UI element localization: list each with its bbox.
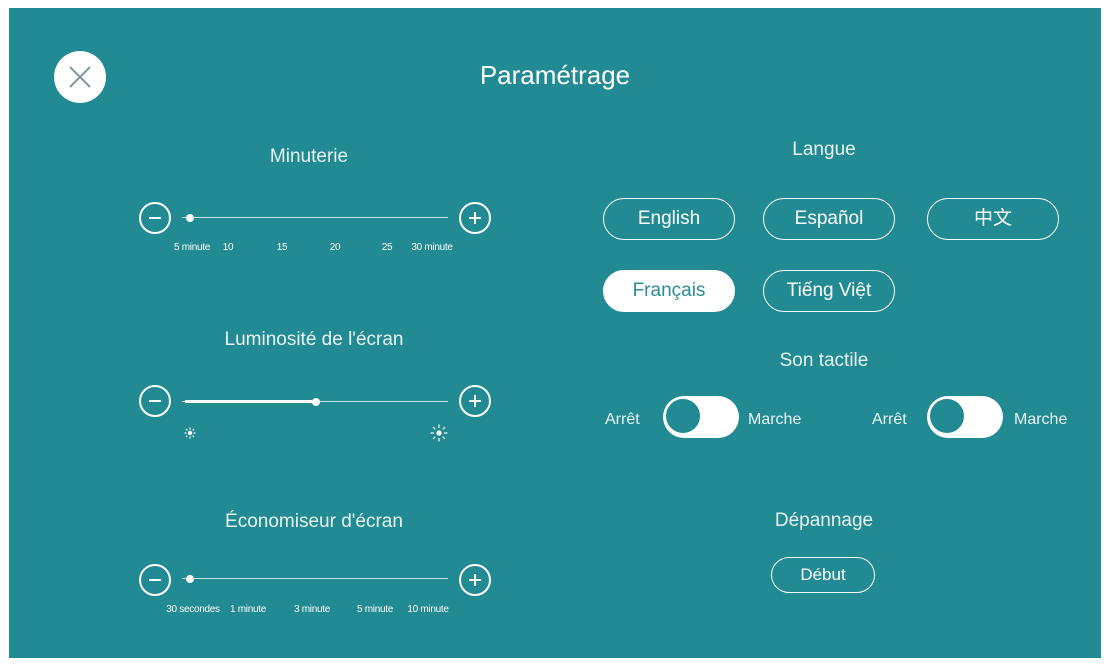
screensaver-decrease-button[interactable] — [139, 564, 171, 596]
plus-icon — [469, 212, 481, 224]
minus-icon — [149, 400, 161, 402]
screensaver-tick-label: 1 minute — [230, 604, 266, 615]
minus-icon — [149, 217, 161, 219]
screensaver-increase-button[interactable] — [459, 564, 491, 596]
screensaver-tick-label: 3 minute — [294, 604, 330, 615]
dim-sun-icon — [184, 427, 196, 439]
timer-slider-knob[interactable] — [186, 214, 194, 222]
brightness-decrease-button[interactable] — [139, 385, 171, 417]
settings-panel: Paramétrage Minuterie 5 minute 10 15 20 … — [9, 8, 1101, 658]
touch-sound-title: Son tactile — [779, 350, 869, 371]
language-option-tieng-viet[interactable]: Tiếng Việt — [763, 270, 895, 312]
timer-tick-label: 30 minute — [411, 242, 453, 253]
language-title: Langue — [792, 139, 856, 160]
toggle-off-label: Arrêt — [605, 411, 640, 428]
language-option-espanol[interactable]: Español — [763, 198, 895, 240]
toggle-knob — [928, 397, 966, 435]
plus-icon — [469, 395, 481, 407]
screensaver-slider-knob[interactable] — [186, 575, 194, 583]
timer-tick-label: 25 — [381, 242, 393, 253]
language-option-chinese[interactable]: 中文 — [927, 198, 1059, 240]
troubleshooting-title: Dépannage — [774, 510, 874, 531]
timer-increase-button[interactable] — [459, 202, 491, 234]
brightness-slider-fill — [185, 400, 316, 403]
language-option-francais[interactable]: Français — [603, 270, 735, 312]
page-title: Paramétrage — [479, 60, 631, 90]
timer-slider-track[interactable] — [182, 217, 448, 218]
plus-icon — [469, 574, 481, 586]
timer-tick-label: 10 — [222, 242, 234, 253]
language-option-english[interactable]: English — [603, 198, 735, 240]
minus-icon — [149, 579, 161, 581]
bright-sun-icon — [430, 424, 448, 442]
timer-tick-label: 15 — [276, 242, 288, 253]
start-button[interactable]: Début — [771, 557, 875, 593]
timer-tick-label: 20 — [329, 242, 341, 253]
timer-tick-label: 5 minute — [174, 242, 210, 253]
timer-decrease-button[interactable] — [139, 202, 171, 234]
touch-sound-toggle[interactable] — [663, 396, 739, 438]
timer-title: Minuterie — [269, 146, 349, 167]
screensaver-tick-label: 10 minute — [407, 604, 449, 615]
screensaver-title: Économiseur d'écran — [225, 511, 403, 532]
toggle-off-label: Arrêt — [872, 411, 907, 428]
toggle-knob — [664, 397, 702, 435]
toggle-on-label: Marche — [1014, 411, 1068, 428]
brightness-increase-button[interactable] — [459, 385, 491, 417]
screensaver-tick-label: 30 secondes — [166, 604, 220, 615]
brightness-slider-knob[interactable] — [312, 398, 320, 406]
screensaver-tick-label: 5 minute — [357, 604, 393, 615]
toggle-on-label: Marche — [748, 411, 802, 428]
brightness-title: Luminosité de l'écran — [224, 329, 404, 350]
screensaver-slider-track[interactable] — [182, 578, 448, 579]
touch-sound-toggle[interactable] — [927, 396, 1003, 438]
